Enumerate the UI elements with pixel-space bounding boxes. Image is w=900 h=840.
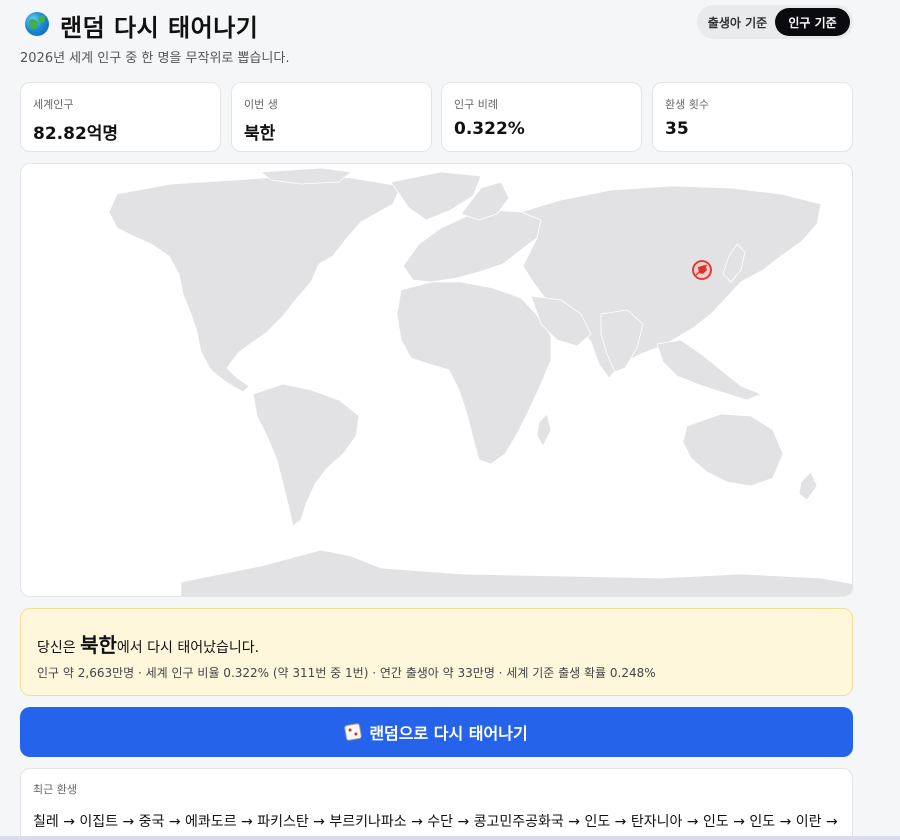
page-subtitle: 2026년 세계 인구 중 한 명을 무작위로 뽑습니다. xyxy=(20,51,290,66)
result-country: 북한 xyxy=(80,633,117,657)
stats-row: 세계인구 82.82억명 이번 생 북한 인구 비례 0.322% 환생 횟수 … xyxy=(20,82,853,152)
stat-this-life: 이번 생 북한 xyxy=(231,82,432,152)
australia xyxy=(682,413,784,487)
window-bottom-edge xyxy=(0,836,900,840)
north-america xyxy=(108,175,402,393)
header: 랜덤 다시 태어나기 출생아 기준 인구 기준 xyxy=(20,0,853,48)
stat-rebirth-count: 환생 횟수 35 xyxy=(652,82,853,152)
history-label: 최근 환생 xyxy=(33,783,77,796)
globe-icon xyxy=(25,12,49,36)
stat-population-ratio: 인구 비례 0.322% xyxy=(441,82,642,152)
recent-history: 최근 환생 칠레 → 이집트 → 중국 → 에콰도르 → 파키스탄 → 부르키나… xyxy=(20,768,853,840)
stat-value: 북한 xyxy=(244,124,276,144)
result-panel: 당신은 북한에서 다시 태어났습니다. 인구 약 2,663만명 · 세계 인구… xyxy=(20,608,853,696)
africa xyxy=(396,281,552,465)
stat-value: 35 xyxy=(665,119,689,139)
basis-toggle[interactable]: 출생아 기준 인구 기준 xyxy=(697,5,853,39)
world-map[interactable] xyxy=(20,163,853,597)
europe xyxy=(402,209,542,283)
stat-label: 인구 비례 xyxy=(454,98,498,111)
new-zealand xyxy=(798,471,818,501)
stat-label: 환생 횟수 xyxy=(665,98,709,111)
location-marker-icon xyxy=(692,260,712,280)
southeast-asia xyxy=(656,339,763,401)
toggle-population[interactable]: 인구 기준 xyxy=(775,8,850,36)
result-details: 인구 약 2,663만명 · 세계 인구 비율 0.322% (약 311번 중… xyxy=(37,666,656,680)
page-title: 랜덤 다시 태어나기 xyxy=(60,14,259,42)
stat-label: 이번 생 xyxy=(244,98,278,111)
stat-value: 0.322% xyxy=(454,119,525,139)
result-prefix: 당신은 xyxy=(37,640,81,656)
antarctica xyxy=(180,549,852,596)
toggle-births[interactable]: 출생아 기준 xyxy=(700,8,775,36)
result-suffix: 에서 다시 태어났습니다. xyxy=(116,640,260,656)
madagascar xyxy=(536,413,552,447)
app: 랜덤 다시 태어나기 출생아 기준 인구 기준 2026년 세계 인구 중 한 … xyxy=(20,0,853,840)
rebirth-button-label: 랜덤으로 다시 태어나기 xyxy=(369,724,528,743)
rebirth-button[interactable]: 랜덤으로 다시 태어나기 xyxy=(20,707,853,757)
south-america xyxy=(252,383,360,527)
world-map-svg xyxy=(108,167,852,596)
dice-icon xyxy=(344,722,363,742)
result-message: 당신은 북한에서 다시 태어났습니다. xyxy=(37,629,259,658)
stat-label: 세계인구 xyxy=(33,98,74,111)
stat-value: 82.82억명 xyxy=(33,124,119,144)
stat-world-population: 세계인구 82.82억명 xyxy=(20,82,221,152)
